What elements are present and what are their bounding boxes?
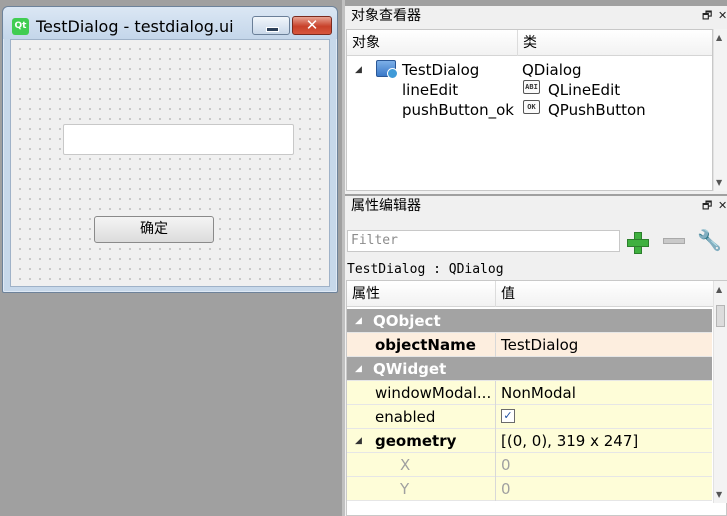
pushbutton-icon: OK [523,100,540,114]
object-name: TestDialog [402,61,480,79]
property-group-name: QObject [373,312,441,330]
property-row[interactable]: objectName TestDialog [347,333,712,357]
property-name: windowModal... [375,384,492,402]
collapse-arrow-icon[interactable]: ◢ [355,309,362,333]
line-edit-widget[interactable] [63,124,294,155]
object-inspector-title: 对象查看器 [345,6,727,28]
close-icon: ✕ [305,16,319,34]
scroll-down-arrow-icon[interactable]: ▼ [716,178,722,187]
close-dock-icon[interactable]: ✕ [718,198,727,214]
scroll-up-arrow-icon[interactable]: ▲ [716,285,722,294]
dialog-icon [376,60,398,79]
property-group-row[interactable]: ◢ QObject [347,309,712,333]
property-row[interactable]: Y 0 [347,477,712,501]
collapse-arrow-icon[interactable]: ◢ [355,429,362,453]
form-window-title: TestDialog - testdialog.ui [36,17,234,36]
lineedit-icon: ABI [523,80,540,94]
property-name: objectName [375,336,476,354]
add-dynamic-property-icon[interactable] [625,230,649,254]
scroll-up-arrow-icon[interactable]: ▲ [716,33,722,42]
property-row[interactable]: X 0 [347,453,712,477]
form-editor-area: Qt TestDialog - testdialog.ui ✕ 确定 [0,0,342,516]
property-name: Y [400,480,410,498]
float-dock-icon[interactable]: 🗗 [702,198,712,214]
property-row[interactable]: enabled ✓ [347,405,712,429]
object-class: QDialog [522,61,582,79]
object-class: QPushButton [548,101,646,119]
float-dock-icon[interactable]: 🗗 [702,8,712,24]
column-divider [495,477,496,501]
minimize-button[interactable] [252,16,290,35]
qt-logo-icon: Qt [12,18,29,35]
property-value[interactable]: 0 [501,477,511,501]
property-name: enabled [375,408,436,426]
close-button[interactable]: ✕ [292,16,332,35]
property-group-name: QWidget [373,360,447,378]
expand-arrow-icon[interactable]: ◢ [355,60,362,80]
tree-row[interactable]: ◢ TestDialog QDialog [347,60,712,80]
ok-push-button[interactable]: 确定 [94,216,214,243]
property-name: geometry [375,432,457,450]
property-value[interactable]: 0 [501,453,511,477]
property-table-scrollbar[interactable]: ▲ ▼ [713,281,727,503]
column-header-value[interactable]: 值 [496,281,712,307]
property-row[interactable]: windowModal... NonModal [347,381,712,405]
column-divider [495,333,496,357]
selected-object-label: TestDialog : QDialog [347,262,504,277]
property-value[interactable]: TestDialog [501,333,578,357]
object-inspector-dock: 对象查看器 🗗 ✕ 对象 类 ◢ TestDialog QDialog line… [345,6,727,194]
property-value[interactable]: NonModal [501,381,576,405]
property-editor-title: 属性编辑器 [345,196,727,218]
object-tree-scrollbar[interactable]: ▲ ▼ [713,29,727,191]
object-class: QLineEdit [548,81,621,99]
property-row[interactable]: ◢ geometry [(0, 0), 319 x 247] [347,429,712,453]
form-titlebar[interactable]: Qt TestDialog - testdialog.ui ✕ [3,7,337,39]
object-name: pushButton_ok [402,101,514,119]
object-name: lineEdit [402,81,459,99]
object-tree-header: 对象 类 [347,30,712,56]
property-editor-dock: 属性编辑器 🗗 ✕ Filter 🔧 TestDialog : QDialog … [345,196,727,516]
form-window[interactable]: Qt TestDialog - testdialog.ui ✕ 确定 [2,6,338,293]
property-name: X [400,456,411,474]
tree-row[interactable]: lineEdit ABI QLineEdit [347,80,712,100]
property-table[interactable]: 属性 值 ◢ QObject objectName TestDialog ◢ Q… [346,280,727,516]
filter-input[interactable]: Filter [347,230,620,252]
wrench-icon[interactable]: 🔧 [697,228,722,252]
enabled-checkbox[interactable]: ✓ [501,409,515,423]
scroll-thumb[interactable] [716,305,725,327]
property-group-row[interactable]: ◢ QWidget [347,357,712,381]
column-header-object[interactable]: 对象 [347,30,518,56]
remove-property-icon[interactable] [663,238,685,244]
scroll-down-arrow-icon[interactable]: ▼ [716,490,722,499]
object-tree-view[interactable]: 对象 类 ◢ TestDialog QDialog lineEdit ABI Q… [346,29,713,191]
collapse-arrow-icon[interactable]: ◢ [355,357,362,381]
form-canvas[interactable]: 确定 [10,39,330,287]
column-divider [495,453,496,477]
column-header-property[interactable]: 属性 [347,281,496,307]
column-divider [495,429,496,453]
column-header-class[interactable]: 类 [518,30,714,56]
property-table-header: 属性 值 [347,281,726,307]
column-divider [495,381,496,405]
close-dock-icon[interactable]: ✕ [718,8,727,24]
tree-row[interactable]: pushButton_ok OK QPushButton [347,100,712,120]
property-value[interactable]: [(0, 0), 319 x 247] [501,429,638,453]
column-divider [495,405,496,429]
